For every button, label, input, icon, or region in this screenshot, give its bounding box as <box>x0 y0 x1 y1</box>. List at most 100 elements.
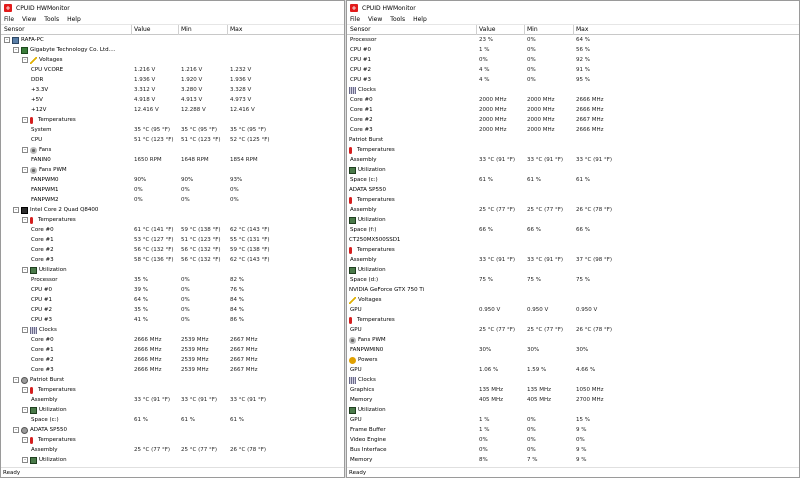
sensor-row-fans[interactable]: - Fans <box>1 145 344 155</box>
sensor-row-fanpwm2[interactable]: FANPWM2 0% 0% 0% <box>1 195 344 205</box>
sensor-row-core-3[interactable]: Core #3 58 °C (136 °F) 56 °C (132 °F) 62 °C… <box>1 255 344 265</box>
expand-toggle-icon[interactable]: - <box>346 267 347 273</box>
expand-toggle-icon[interactable]: - <box>13 427 19 433</box>
sensor-row-3-3v[interactable]: +3.3V 3.312 V 3.280 V 3.328 V <box>1 85 344 95</box>
sensor-row-cpu-vcore[interactable]: CPU VCORE 1.216 V 1.216 V 1.232 V <box>1 65 344 75</box>
expand-toggle-icon[interactable]: - <box>22 327 28 333</box>
sensor-row-core-1[interactable]: Core #1 2000 MHz 2000 MHz 2666 MHz <box>347 105 799 115</box>
sensor-row-temperatures[interactable]: - Temperatures <box>347 195 799 205</box>
sensor-row-adata-sp550[interactable]: -ADATA SP550 <box>1 425 344 435</box>
sensor-row-cpu[interactable]: CPU 51 °C (123 °F) 51 °C (123 °F) 52 °C (12… <box>1 135 344 145</box>
sensor-row-memory[interactable]: Memory 8% 7 % 9 % <box>347 455 799 465</box>
sensor-row-processor[interactable]: Processor 23 % 0% 64 % <box>347 35 799 45</box>
sensor-row-cpu-2[interactable]: CPU #2 4 % 0% 91 % <box>347 65 799 75</box>
expand-toggle-icon[interactable]: - <box>346 217 347 223</box>
sensor-row-cpu-0[interactable]: CPU #0 39 % 0% 76 % <box>1 285 344 295</box>
sensor-row-core-1[interactable]: Core #1 53 °C (127 °F) 51 °C (123 °F) 55 °C… <box>1 235 344 245</box>
sensor-row-core-0[interactable]: Core #0 2000 MHz 2000 MHz 2666 MHz <box>347 95 799 105</box>
sensor-row-assembly[interactable]: Assembly 33 °C (91 °F) 33 °C (91 °F) 37 °C … <box>347 255 799 265</box>
sensor-row-cpu-3[interactable]: CPU #3 41 % 0% 86 % <box>1 315 344 325</box>
sensor-row-assembly[interactable]: Assembly 33 °C (91 °F) 33 °C (91 °F) 33 °C … <box>347 155 799 165</box>
sensor-row-cpu-3[interactable]: CPU #3 4 % 0% 95 % <box>347 75 799 85</box>
sensor-row-gpu[interactable]: GPU 0.950 V 0.950 V 0.950 V <box>347 305 799 315</box>
sensor-row-5v[interactable]: +5V 4.918 V 4.913 V 4.973 V <box>1 95 344 105</box>
sensor-row-space-c[interactable]: Space (c:) 61 % 61 % 61 % <box>347 175 799 185</box>
sensor-row-temperatures[interactable]: - Temperatures <box>347 315 799 325</box>
sensor-row-space-c[interactable]: Space (c:) 61 % 61 % 61 % <box>1 415 344 425</box>
sensor-row-space-d[interactable]: Space (d:) 75 % 75 % 75 % <box>347 275 799 285</box>
sensor-row-utilization[interactable]: - Utilization <box>347 265 799 275</box>
sensor-row-temperatures[interactable]: - Temperatures <box>1 115 344 125</box>
sensor-row-gpu[interactable]: GPU 25 °C (77 °F) 25 °C (77 °F) 26 °C (78 °… <box>347 325 799 335</box>
sensor-row-core-2[interactable]: Core #2 2000 MHz 2000 MHz 2667 MHz <box>347 115 799 125</box>
sensor-row-cpu-1[interactable]: CPU #1 0% 0% 92 % <box>347 55 799 65</box>
sensor-row-processor[interactable]: Processor 35 % 0% 82 % <box>1 275 344 285</box>
expand-toggle-icon[interactable]: - <box>346 147 347 153</box>
col-value[interactable]: Value <box>134 26 150 33</box>
menu-view[interactable]: View <box>22 16 36 23</box>
menu-file[interactable]: File <box>350 16 360 23</box>
sensor-row-core-0[interactable]: Core #0 61 °C (141 °F) 59 °C (138 °F) 62 °C… <box>1 225 344 235</box>
menu-tools[interactable]: Tools <box>44 16 59 23</box>
sensor-row-fans-pwm[interactable]: - Fans PWM <box>347 335 799 345</box>
sensor-row-utilization[interactable]: - Utilization <box>1 265 344 275</box>
sensor-row-intel-core-2-quad-q8400[interactable]: - Intel Core 2 Quad Q8400 <box>1 205 344 215</box>
sensor-row-utilization[interactable]: - Utilization <box>1 405 344 415</box>
sensor-row-clocks[interactable]: - Clocks <box>347 85 799 95</box>
sensor-row-utilization[interactable]: - Utilization <box>347 405 799 415</box>
sensor-row-powers[interactable]: - Powers <box>347 355 799 365</box>
sensor-row-core-2[interactable]: Core #2 56 °C (132 °F) 56 °C (132 °F) 59 °C… <box>1 245 344 255</box>
sensor-row-gpu[interactable]: GPU 1 % 0% 15 % <box>347 415 799 425</box>
expand-toggle-icon[interactable]: - <box>22 117 28 123</box>
expand-toggle-icon[interactable]: - <box>346 197 347 203</box>
sensor-row-core-3[interactable]: Core #3 2666 MHz 2539 MHz 2667 MHz <box>1 365 344 375</box>
sensor-row-adata-sp550[interactable]: -ADATA SP550 <box>347 185 799 195</box>
expand-toggle-icon[interactable]: - <box>346 167 347 173</box>
sensor-row-cpu-0[interactable]: CPU #0 1 % 0% 56 % <box>347 45 799 55</box>
expand-toggle-icon[interactable]: - <box>22 407 28 413</box>
sensor-row-ct250mx500ssd1[interactable]: -CT250MX500SSD1 <box>347 235 799 245</box>
sensor-row-memory[interactable]: Memory 405 MHz 405 MHz 2700 MHz <box>347 395 799 405</box>
expand-toggle-icon[interactable]: - <box>346 337 347 343</box>
sensor-row-video-engine[interactable]: Video Engine 0% 0% 0% <box>347 435 799 445</box>
sensor-row-utilization[interactable]: - Utilization <box>347 165 799 175</box>
title-bar[interactable]: CPUID HWMonitor <box>1 1 344 15</box>
sensor-row-patriot-burst[interactable]: -Patriot Burst <box>347 135 799 145</box>
sensor-row-fanpwm0[interactable]: FANPWM0 90% 90% 93% <box>1 175 344 185</box>
menu-help[interactable]: Help <box>67 16 81 23</box>
expand-toggle-icon[interactable]: - <box>346 247 347 253</box>
col-max[interactable]: Max <box>576 26 588 33</box>
sensor-row-utilization[interactable]: - Utilization <box>1 455 344 465</box>
title-bar[interactable]: CPUID HWMonitor <box>347 1 799 15</box>
col-value[interactable]: Value <box>479 26 495 33</box>
col-min[interactable]: Min <box>181 26 192 33</box>
sensor-row-core-1[interactable]: Core #1 2666 MHz 2539 MHz 2667 MHz <box>1 345 344 355</box>
expand-toggle-icon[interactable]: - <box>22 57 28 63</box>
sensor-row-fanin0[interactable]: FANIN0 1650 RPM 1648 RPM 1854 RPM <box>1 155 344 165</box>
col-min[interactable]: Min <box>527 26 538 33</box>
expand-toggle-icon[interactable]: - <box>346 297 347 303</box>
sensor-row-assembly[interactable]: Assembly 33 °C (91 °F) 33 °C (91 °F) 33 °C … <box>1 395 344 405</box>
sensor-row-temperatures[interactable]: - Temperatures <box>347 245 799 255</box>
sensor-row-core-3[interactable]: Core #3 2000 MHz 2000 MHz 2666 MHz <box>347 125 799 135</box>
expand-toggle-icon[interactable]: - <box>22 167 28 173</box>
sensor-row-core-2[interactable]: Core #2 2666 MHz 2539 MHz 2667 MHz <box>1 355 344 365</box>
menu-file[interactable]: File <box>4 16 14 23</box>
expand-toggle-icon[interactable]: - <box>22 457 28 463</box>
expand-toggle-icon[interactable]: - <box>346 407 347 413</box>
sensor-row-fanpwmin0[interactable]: FANPWMIN0 30% 30% 30% <box>347 345 799 355</box>
sensor-row-fanpwm1[interactable]: FANPWM1 0% 0% 0% <box>1 185 344 195</box>
sensor-row-cpu-2[interactable]: CPU #2 35 % 0% 84 % <box>1 305 344 315</box>
sensor-row-bus-interface[interactable]: Bus Interface 0% 0% 9 % <box>347 445 799 455</box>
menu-tools[interactable]: Tools <box>390 16 405 23</box>
menu-view[interactable]: View <box>368 16 382 23</box>
sensor-row-12v[interactable]: +12V 12.416 V 12.288 V 12.416 V <box>1 105 344 115</box>
sensor-row-fans-pwm[interactable]: - Fans PWM <box>1 165 344 175</box>
sensor-row-rafa-pc[interactable]: - RAFA-PC <box>1 35 344 45</box>
expand-toggle-icon[interactable]: - <box>22 147 28 153</box>
col-max[interactable]: Max <box>230 26 242 33</box>
sensor-row-frame-buffer[interactable]: Frame Buffer 1 % 0% 9 % <box>347 425 799 435</box>
sensor-row-gigabyte-technology-co-ltd[interactable]: - Gigabyte Technology Co. Ltd.... <box>1 45 344 55</box>
sensor-row-core-0[interactable]: Core #0 2666 MHz 2539 MHz 2667 MHz <box>1 335 344 345</box>
sensor-row-system[interactable]: System 35 °C (95 °F) 35 °C (95 °F) 35 °C (9… <box>1 125 344 135</box>
